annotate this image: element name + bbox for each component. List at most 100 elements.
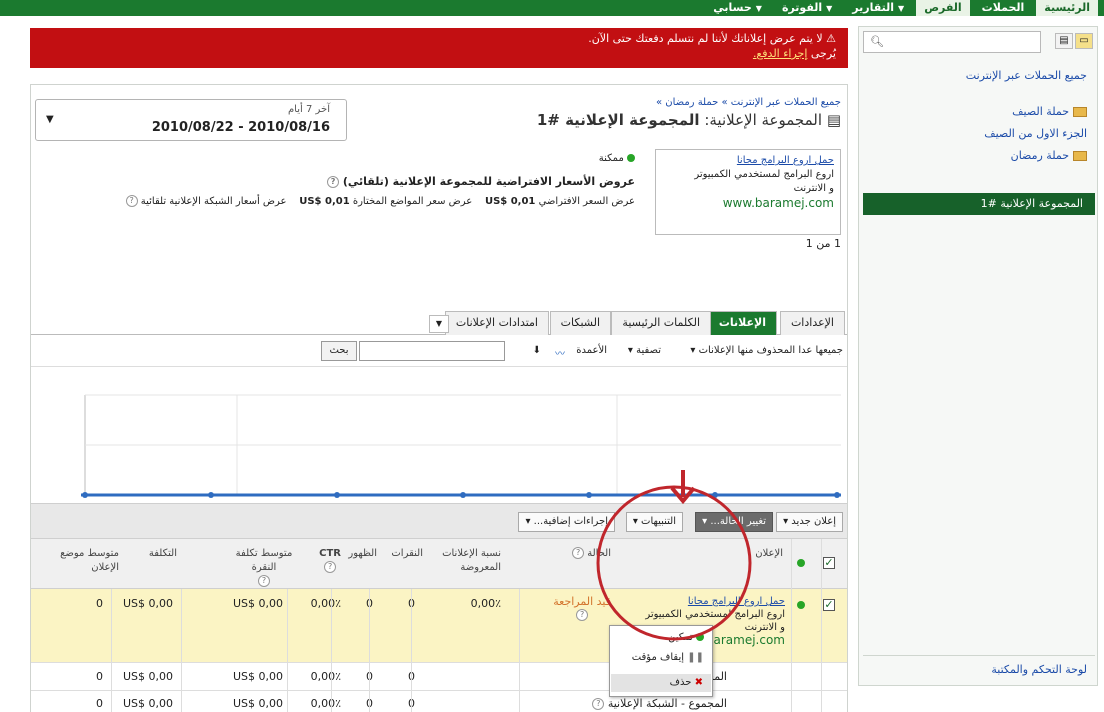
help-icon[interactable]: ?: [572, 547, 585, 559]
warning-icon: ⚠: [826, 32, 836, 45]
row-ad-headline-link[interactable]: حمل اروع البرامج مجانا: [645, 595, 785, 608]
campaign-tree-sidebar: 🔍︎ ▤ ▭ جميع الحملات عبر الإنترنت حملة ال…: [858, 26, 1098, 686]
chevron-down-icon: ▼: [826, 4, 833, 13]
total-search-avg-cpc: US$ 0,00: [232, 670, 283, 683]
column-header-ad[interactable]: الإعلان: [755, 547, 783, 561]
chevron-down-icon: ▼: [46, 114, 54, 125]
column-header-served-pct[interactable]: نسبة الإعلانات المعروضة: [437, 547, 501, 575]
table-search-input[interactable]: [359, 341, 505, 361]
nav-tab-my-account[interactable]: حسابي ▼: [705, 0, 770, 16]
alerts-button[interactable]: التنبيهات ▾: [625, 512, 683, 532]
date-range-selector[interactable]: ▼ آخر 7 أيام 2010/08/22 - 2010/08/16: [35, 99, 347, 141]
default-bid-label: عرض السعر الافتراضي: [538, 196, 635, 207]
new-ad-label: إعلان جديد: [791, 516, 836, 527]
nav-tab-campaigns[interactable]: الحملات: [974, 0, 1033, 16]
status-enabled-icon: [797, 559, 805, 567]
sidebar-item-ramadan-campaign[interactable]: حملة رمضان: [1011, 149, 1087, 162]
sidebar-item-summer-part-one[interactable]: الجزء الاول من الصيف: [984, 127, 1087, 140]
help-icon[interactable]: ?: [324, 561, 337, 573]
chart-point: [334, 492, 340, 498]
ad-preview-box: حمل اروع البرامج مجانا اروع البرامج لمست…: [655, 149, 841, 235]
help-icon[interactable]: ?: [592, 698, 605, 710]
default-bids-values: عرض السعر الافتراضي US$ 0,01 عرض سعر الم…: [125, 195, 635, 207]
column-divider: [791, 539, 792, 712]
column-header-status[interactable]: الحالة ?: [572, 547, 611, 561]
chart-point: [82, 492, 88, 498]
chevron-down-icon: ▼: [898, 4, 905, 13]
help-icon[interactable]: ?: [576, 609, 589, 621]
sidebar-item-ad-group-1[interactable]: المجموعة الإعلانية #1: [863, 193, 1095, 215]
menu-item-pause[interactable]: ❚❚ إيقاف مؤقت: [632, 652, 704, 663]
total-display-avg-cpc: US$ 0,00: [232, 697, 283, 710]
breadcrumb[interactable]: جميع الحملات عبر الإنترنت » حملة رمضان »: [656, 97, 841, 108]
more-tabs-dropdown[interactable]: ▼: [429, 315, 449, 333]
row-avg-position: 0: [96, 597, 103, 610]
ad-group-icon: ▤: [826, 111, 841, 129]
list-view-icon[interactable]: ▤: [1055, 33, 1073, 49]
row-served-pct: 0,00٪: [470, 597, 501, 610]
help-icon[interactable]: ?: [327, 176, 340, 188]
sidebar-search-input[interactable]: 🔍︎: [863, 31, 1041, 53]
sidebar-all-campaigns-link[interactable]: جميع الحملات عبر الإنترنت: [966, 69, 1087, 82]
row-cost: US$ 0,00: [122, 597, 173, 610]
total-search-cost: US$ 0,00: [122, 670, 173, 683]
filter-dropdown[interactable]: تصفية ▾: [628, 345, 661, 356]
folder-view-icon[interactable]: ▭: [1075, 33, 1093, 49]
row-status-label: قيد المراجعة: [553, 595, 611, 608]
nav-tab-opportunities[interactable]: الفرص: [916, 0, 970, 16]
filter-all-but-deleted[interactable]: جميعها عدا المحذوف منها الإعلانات ▾: [690, 345, 843, 356]
nav-tab-billing-label: الفوترة: [781, 1, 823, 14]
sidebar-item-summer-campaign[interactable]: حملة الصيف: [1012, 105, 1087, 118]
chart-toggle-icon[interactable]: 〰: [555, 345, 565, 360]
help-icon[interactable]: ?: [125, 195, 138, 207]
column-header-avg-position[interactable]: متوسط موضع الإعلان: [49, 547, 119, 575]
network-bid-label: عرض أسعار الشبكة الإعلانية تلقائية: [140, 196, 287, 207]
more-actions-label: إجراءات إضافية...: [533, 516, 608, 527]
nav-tab-home[interactable]: الرئيسية: [1036, 0, 1098, 16]
columns-button[interactable]: الأعمدة: [576, 345, 607, 356]
select-all-checkbox[interactable]: ✓: [823, 557, 835, 569]
date-range-label: آخر 7 أيام: [287, 104, 330, 115]
column-header-clicks[interactable]: النقرات: [391, 547, 423, 561]
default-bids-title: عروض الأسعار الافتراضية للمجموعة الإعلان…: [327, 175, 635, 188]
column-divider: [331, 589, 332, 712]
bids-title-text: عروض الأسعار الافتراضية للمجموعة الإعلان…: [342, 175, 635, 188]
row-checkbox[interactable]: ✓: [823, 599, 835, 611]
change-status-label: تغيير الحالة...: [710, 516, 766, 527]
top-navigation-bar: الرئيسية الحملات الفرص التقارير ▼ الفوترة…: [0, 0, 1104, 16]
tab-ad-extensions[interactable]: امتدادات الإعلانات: [444, 311, 549, 335]
column-header-ctr[interactable]: CTR?: [319, 547, 341, 575]
column-header-avg-cpc[interactable]: متوسط تكلفة النقرة?: [227, 547, 301, 589]
control-panel-library-link[interactable]: لوحة التحكم والمكتبة: [991, 663, 1087, 676]
nav-tab-reports-label: التقارير: [852, 1, 895, 14]
table-action-bar: إعلان جديد ▾ تغيير الحالة... ▾ التنبيهات…: [31, 503, 847, 539]
new-ad-button[interactable]: إعلان جديد ▾: [776, 512, 843, 532]
column-header-cost[interactable]: التكلفة: [149, 547, 177, 561]
change-status-menu: تمكين ❚❚ إيقاف مؤقت ✖ حذف: [609, 625, 713, 697]
change-status-button[interactable]: تغيير الحالة... ▾: [695, 512, 773, 532]
date-range-value: 2010/08/22 - 2010/08/16: [151, 120, 330, 135]
tab-keywords[interactable]: الكلمات الرئيسية: [611, 311, 711, 335]
folder-icon: [1073, 107, 1087, 117]
search-button[interactable]: بحث: [321, 341, 357, 361]
nav-tab-reports[interactable]: التقارير ▼: [844, 0, 912, 16]
menu-item-delete-label: حذف: [669, 677, 692, 688]
tab-settings[interactable]: الإعدادات: [779, 311, 845, 335]
payment-alert-banner: ⚠ لا يتم عرض إعلاناتك لأننا لم نتسلم دفع…: [30, 28, 848, 68]
make-payment-link[interactable]: إجراء الدفع.: [753, 47, 807, 60]
download-icon[interactable]: ⬇: [533, 345, 541, 356]
chart-point: [712, 492, 718, 498]
sidebar-search-row: 🔍︎ ▤ ▭: [863, 31, 1093, 53]
help-icon[interactable]: ?: [258, 575, 270, 587]
menu-item-enable[interactable]: تمكين: [668, 632, 704, 643]
tab-ads[interactable]: الإعلانات: [707, 311, 777, 335]
table-row[interactable]: ✓ حمل اروع البرامج مجانا اروع البرامج لم…: [31, 589, 847, 663]
menu-item-delete[interactable]: ✖ حذف: [611, 674, 711, 692]
column-header-impressions[interactable]: الظهور: [348, 547, 377, 561]
tab-networks[interactable]: الشبكات: [549, 311, 611, 335]
more-actions-button[interactable]: إجراءات إضافية... ▾: [518, 512, 615, 532]
ad-headline-link[interactable]: حمل اروع البرامج مجانا: [662, 154, 834, 168]
nav-tab-my-account-label: حسابي: [713, 1, 752, 14]
sidebar-divider: [863, 655, 1095, 656]
nav-tab-billing[interactable]: الفوترة ▼: [774, 0, 840, 16]
